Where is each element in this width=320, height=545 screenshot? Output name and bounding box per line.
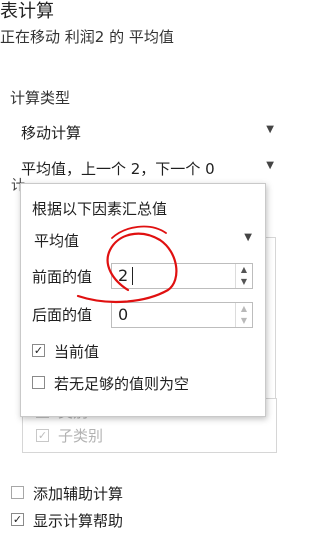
checkbox-unchecked-icon[interactable] — [11, 486, 24, 499]
show-calc-help-label: 显示计算帮助 — [33, 512, 124, 530]
add-secondary-calc-label: 添加辅助计算 — [33, 485, 124, 503]
add-secondary-calc-row[interactable]: 添加辅助计算 — [11, 483, 211, 503]
red-circle-annotation — [76, 225, 178, 304]
show-calc-help-row[interactable]: ✓ 显示计算帮助 — [11, 510, 211, 530]
text-cursor — [132, 267, 133, 285]
checkbox-checked-icon[interactable]: ✓ — [11, 513, 24, 526]
